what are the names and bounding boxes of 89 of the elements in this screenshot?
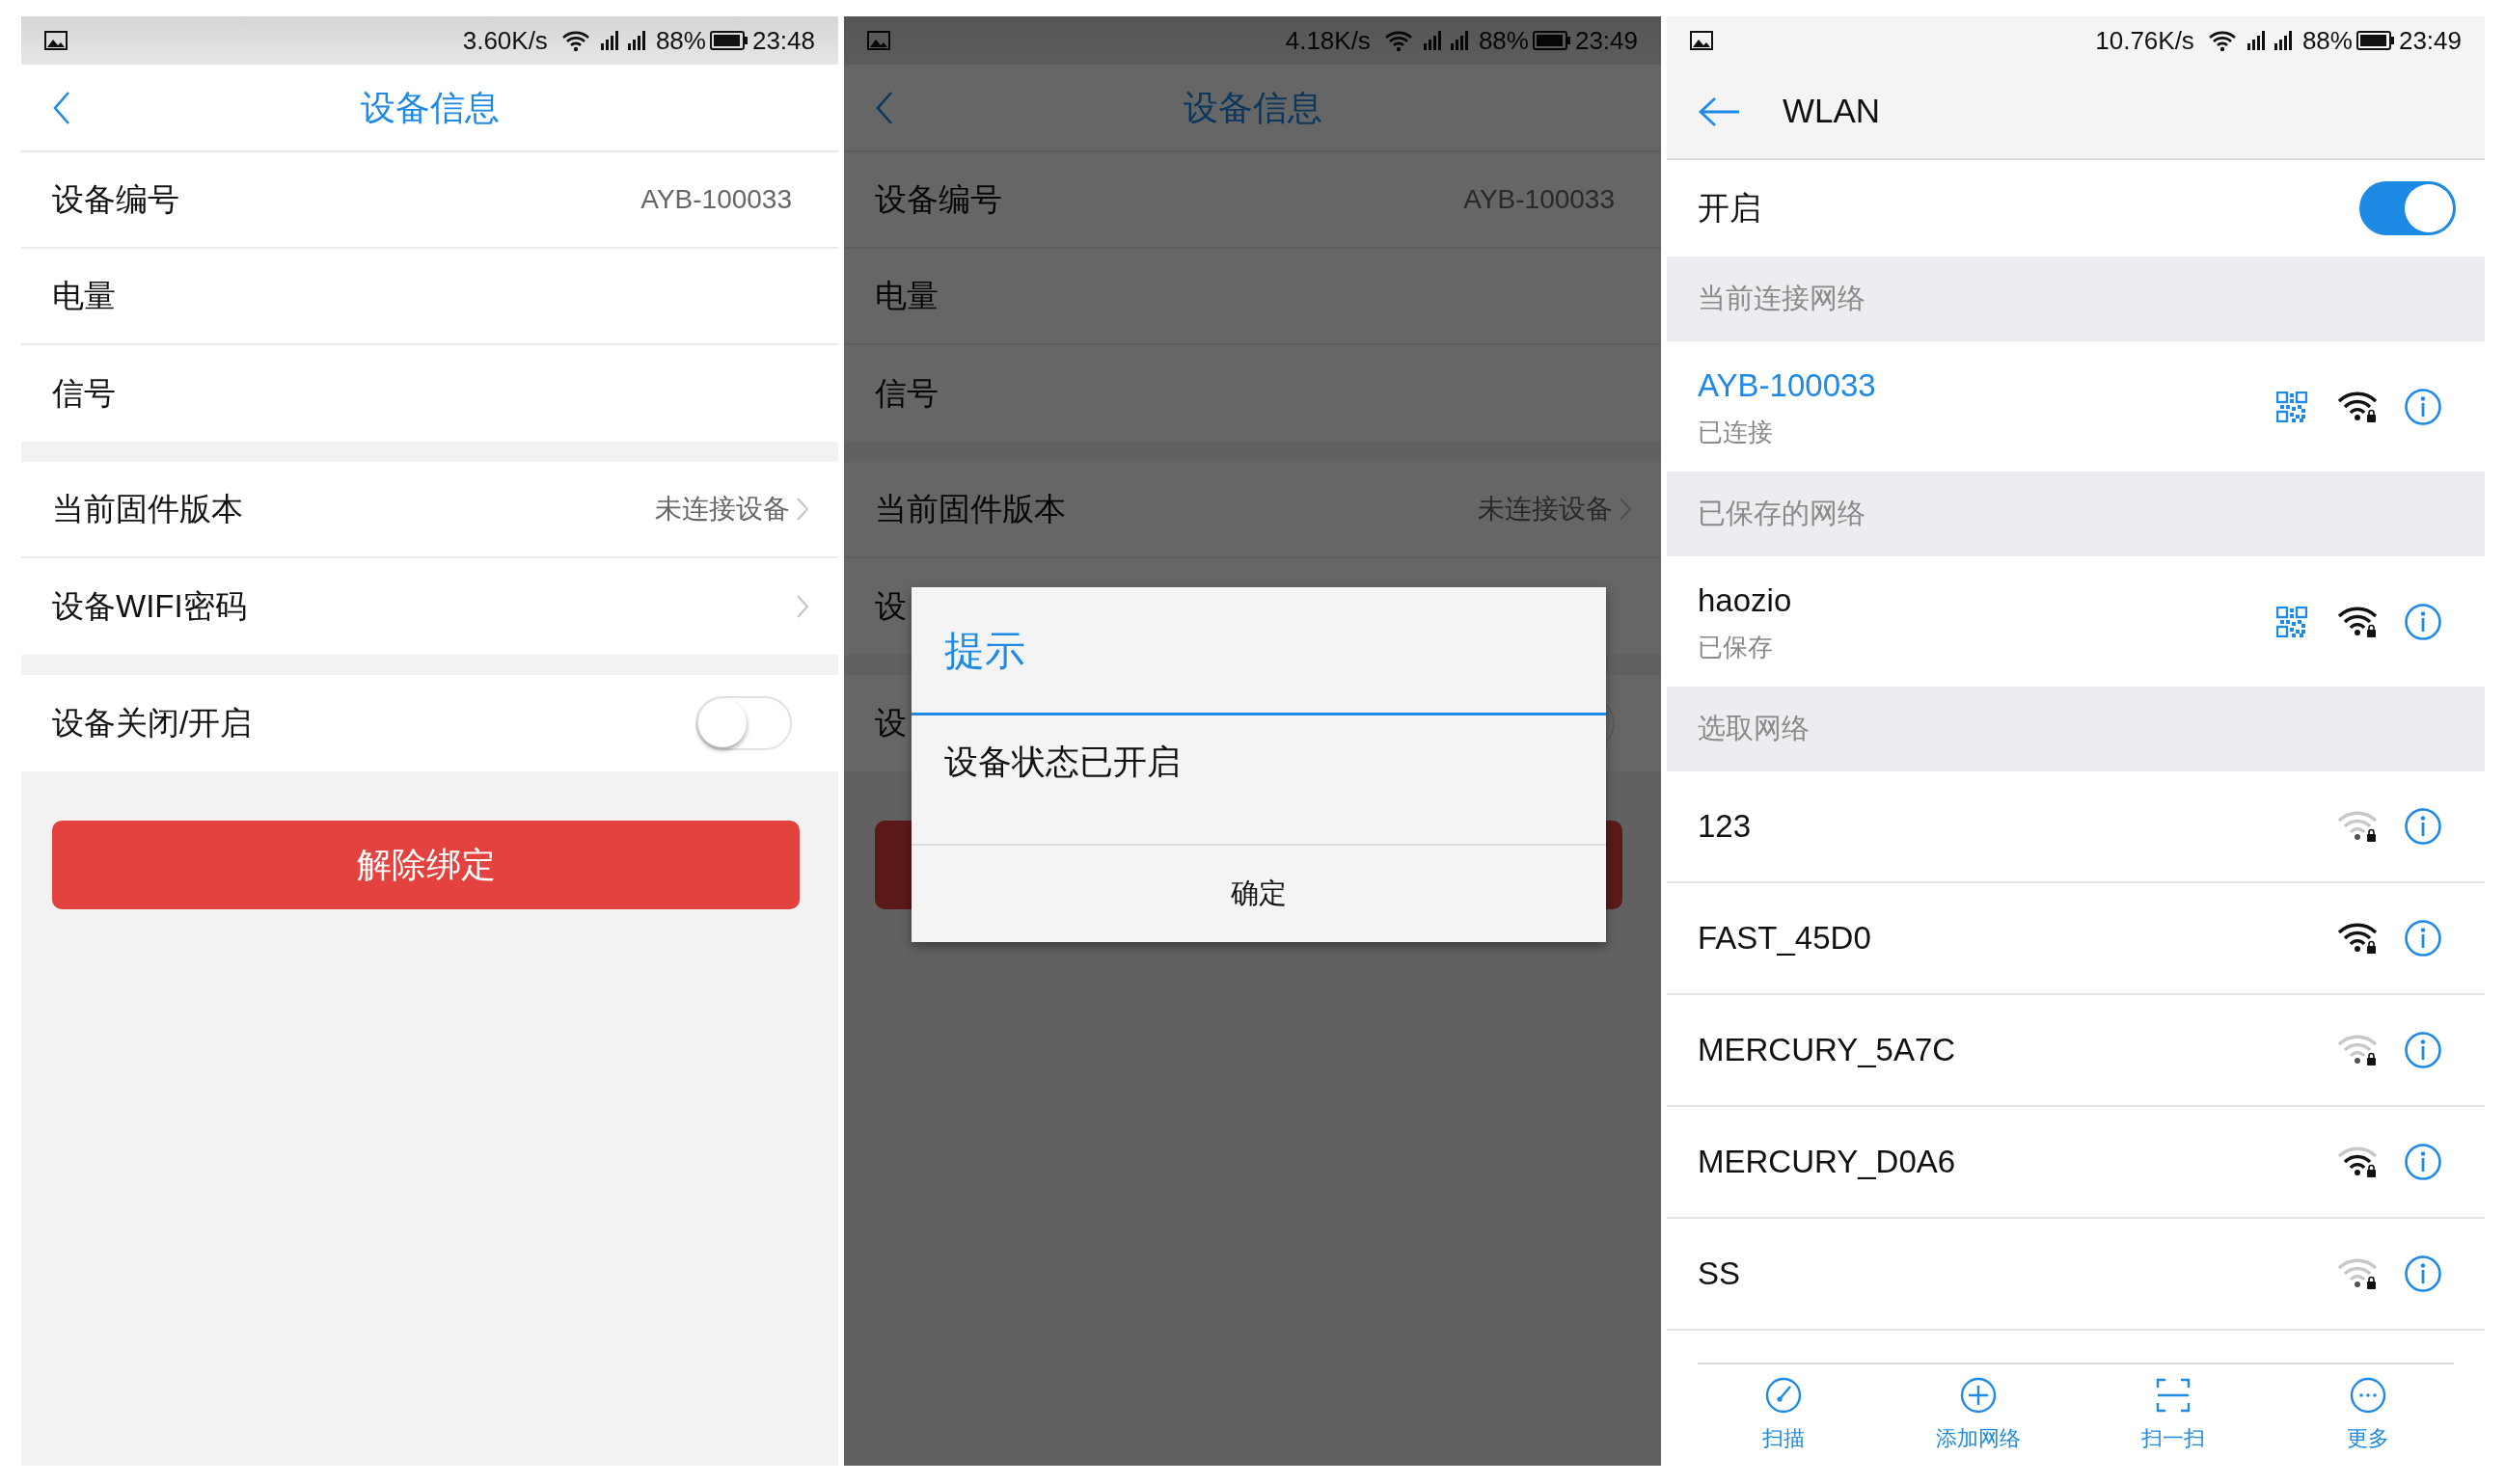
scan-frame-icon — [2154, 1376, 2192, 1415]
nav-tab[interactable]: 扫描 — [1706, 1376, 1861, 1454]
row-value: 未连接设备 — [655, 493, 790, 526]
wifi-signal-icon — [2336, 921, 2379, 956]
wifi-icon — [1383, 29, 1413, 52]
network-name: AYB-100033 — [1698, 366, 1877, 406]
battery-icon — [709, 30, 749, 51]
wifi-signal-icon — [2336, 809, 2379, 844]
settings-row[interactable]: 电量 — [21, 249, 838, 345]
signal-icon — [1422, 30, 1444, 51]
wifi-signal-icon — [2336, 1145, 2379, 1179]
settings-row[interactable]: 当前固件版本 未连接设备 — [844, 462, 1661, 558]
battery-percent: 88% — [1478, 24, 1529, 57]
network-status: 已保存 — [1698, 631, 1774, 663]
clock-time: 23:49 — [1574, 24, 1638, 57]
clock-time: 23:49 — [2398, 24, 2462, 57]
info-icon — [2404, 919, 2442, 958]
more-icon — [2349, 1376, 2387, 1415]
settings-row[interactable]: 设备关闭/开启 — [21, 675, 838, 771]
battery-icon — [2355, 30, 2395, 51]
section-header: 已保存的网络 — [1667, 472, 2485, 556]
image-icon — [1690, 31, 1713, 50]
image-icon — [867, 31, 890, 50]
network-row[interactable]: AYB-100033 已连接 — [1667, 341, 2485, 472]
settings-row[interactable]: 开启 — [1667, 160, 2485, 256]
info-icon — [2404, 387, 2442, 426]
settings-row[interactable]: 信号 — [844, 345, 1661, 442]
network-row[interactable]: SS — [1667, 1219, 2485, 1331]
nav-tab[interactable]: 添加网络 — [1901, 1376, 2056, 1454]
network-name: 123 — [1698, 807, 1753, 847]
network-row[interactable]: haozio 已保存 — [1667, 556, 2485, 687]
network-status: 已连接 — [1698, 416, 1774, 448]
network-name: FAST_45D0 — [1698, 919, 1872, 958]
back-arrow-icon — [1698, 94, 1740, 128]
plus-icon — [1959, 1376, 1998, 1415]
wifi-icon — [2207, 29, 2237, 52]
screen-title: WLAN — [1783, 91, 1881, 132]
gauge-icon — [1764, 1376, 1803, 1415]
back-icon — [52, 90, 71, 125]
dialog-title: 提示 — [912, 587, 1606, 715]
row-value: AYB-100033 — [1463, 183, 1615, 216]
network-row[interactable]: FAST_45D0 — [1667, 883, 2485, 995]
section-header: 当前连接网络 — [1667, 256, 2485, 341]
network-speed: 10.76K/s — [2095, 24, 2194, 57]
info-icon — [2404, 1143, 2442, 1181]
signal-icon — [2246, 30, 2268, 51]
network-name: SS — [1698, 1255, 1742, 1294]
settings-row[interactable]: 当前固件版本 未连接设备 — [21, 462, 838, 558]
settings-row[interactable]: 设备编号 AYB-100033 — [844, 152, 1661, 249]
network-name: haozio — [1698, 581, 1793, 621]
network-speed: 3.60K/s — [462, 24, 548, 57]
clock-time: 23:48 — [751, 24, 815, 57]
battery-icon — [1532, 30, 1571, 51]
signal-icon — [599, 30, 621, 51]
wifi-signal-icon — [2336, 1256, 2379, 1291]
unbind-button[interactable]: 解除绑定 — [52, 821, 800, 909]
network-name: MERCURY_D0A6 — [1698, 1143, 1957, 1182]
network-row[interactable]: MERCURY_D0A6 — [1667, 1107, 2485, 1219]
settings-row[interactable]: 设备WIFI密码 — [21, 558, 838, 655]
settings-row[interactable]: 设备编号 AYB-100033 — [21, 152, 838, 249]
signal-icon — [2273, 30, 2295, 51]
wifi-signal-icon — [2336, 1033, 2379, 1067]
nav-tab[interactable]: 扫一扫 — [2096, 1376, 2250, 1454]
image-icon — [44, 31, 68, 50]
info-icon — [2404, 1031, 2442, 1069]
dialog-message: 设备状态已开启 — [912, 715, 1606, 846]
network-speed: 4.18K/s — [1285, 24, 1371, 57]
nav-tab[interactable]: 更多 — [2291, 1376, 2445, 1454]
network-name: MERCURY_5A7C — [1698, 1031, 1957, 1070]
network-row[interactable]: 123 — [1667, 771, 2485, 883]
toggle-switch[interactable] — [2359, 181, 2456, 235]
info-icon — [2404, 807, 2442, 846]
settings-row[interactable]: 信号 — [21, 345, 838, 442]
network-row[interactable]: MERCURY_5A7C — [1667, 995, 2485, 1107]
signal-icon — [626, 30, 648, 51]
battery-percent: 88% — [655, 24, 706, 57]
row-value: AYB-100033 — [640, 183, 792, 216]
row-value: 未连接设备 — [1478, 493, 1613, 526]
wifi-icon — [560, 29, 590, 52]
settings-row[interactable]: 电量 — [844, 249, 1661, 345]
screen-title: 设备信息 — [1183, 86, 1322, 129]
info-icon — [2404, 602, 2442, 641]
confirm-button[interactable]: 确定 — [912, 846, 1606, 942]
section-header: 选取网络 — [1667, 687, 2485, 771]
back-icon — [875, 90, 894, 125]
screen-title: 设备信息 — [360, 86, 500, 129]
battery-percent: 88% — [2301, 24, 2353, 57]
signal-icon — [1449, 30, 1471, 51]
info-icon — [2404, 1255, 2442, 1293]
